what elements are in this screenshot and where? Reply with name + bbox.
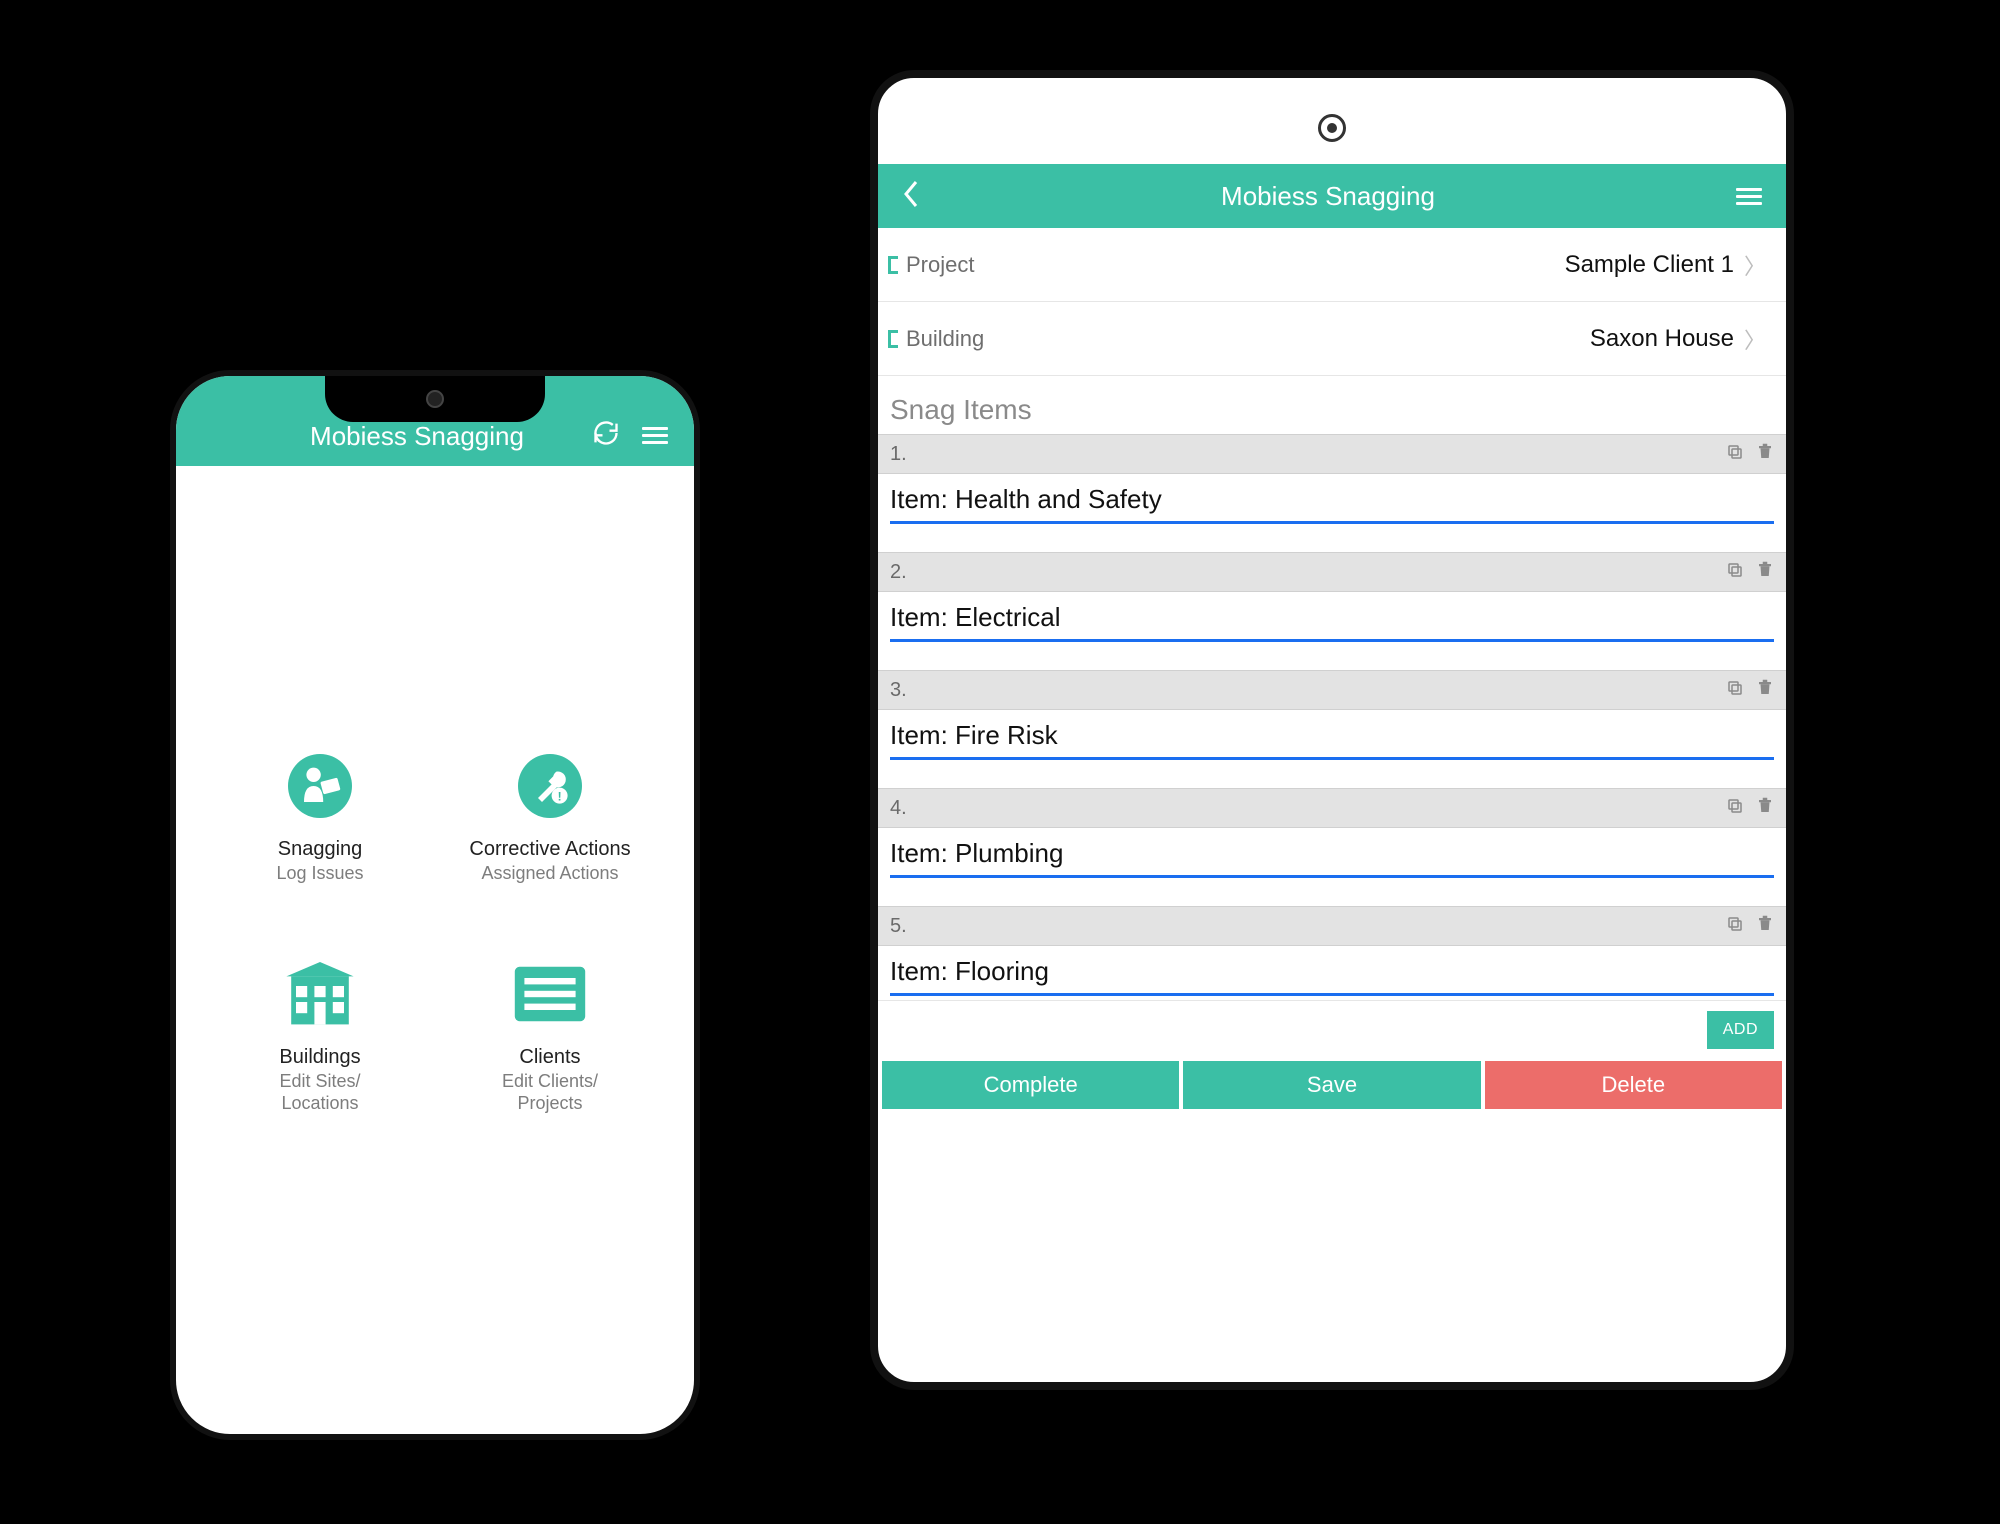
- phone-title: Mobiess Snagging: [202, 421, 592, 452]
- snag-number: 1.: [890, 443, 907, 466]
- chevron-right-icon: 〉: [1744, 323, 1766, 355]
- action-row: Complete Save Delete: [878, 1061, 1786, 1109]
- copy-icon[interactable]: [1726, 443, 1744, 466]
- tile-subtitle: Assigned Actions: [481, 863, 618, 885]
- save-button[interactable]: Save: [1183, 1061, 1480, 1109]
- building-row[interactable]: Building Saxon House 〉: [878, 302, 1786, 376]
- phone-device: Mobiess Snagging: [170, 370, 700, 1440]
- snag-item-underline: [890, 521, 1774, 524]
- tools-alert-icon: !: [510, 746, 590, 826]
- snag-item-header: 4.: [878, 788, 1786, 828]
- tile-clients[interactable]: Clients Edit Clients/Projects: [460, 954, 640, 1114]
- tile-buildings[interactable]: Buildings Edit Sites/Locations: [230, 954, 410, 1114]
- snag-item-header: 3.: [878, 670, 1786, 710]
- add-row: ADD: [878, 1000, 1786, 1059]
- tablet-body: Project Sample Client 1 〉 Building Saxon…: [878, 228, 1786, 1109]
- tile-corrective-actions[interactable]: ! Corrective Actions Assigned Actions: [460, 746, 640, 885]
- trash-icon[interactable]: [1756, 561, 1774, 584]
- snag-list: 1. Item: Health and Safety 2. Item: Electri…: [878, 434, 1786, 1000]
- snag-item-label: Item: Plumbing: [890, 838, 1774, 869]
- snag-item[interactable]: Item: Health and Safety: [878, 474, 1786, 528]
- snag-item-underline: [890, 993, 1774, 996]
- snag-item[interactable]: Item: Fire Risk: [878, 710, 1786, 764]
- tablet-title: Mobiess Snagging: [920, 181, 1736, 212]
- tile-subtitle: Edit Sites/Locations: [279, 1071, 360, 1114]
- copy-icon[interactable]: [1726, 679, 1744, 702]
- phone-content: Snagging Log Issues ! Corrective Actions…: [176, 466, 694, 1434]
- phone-notch: [325, 376, 545, 422]
- snag-item-underline: [890, 757, 1774, 760]
- svg-text:!: !: [558, 789, 562, 803]
- tile-subtitle: Log Issues: [276, 863, 363, 885]
- snag-item-header: 2.: [878, 552, 1786, 592]
- tile-title: Snagging: [278, 838, 363, 861]
- project-label: Project: [906, 252, 974, 278]
- tablet-device: Mobiess Snagging Project Sample Client 1…: [870, 70, 1794, 1390]
- tile-snagging[interactable]: Snagging Log Issues: [230, 746, 410, 885]
- add-button[interactable]: ADD: [1707, 1011, 1774, 1049]
- copy-icon[interactable]: [1726, 561, 1744, 584]
- snag-item[interactable]: Item: Plumbing: [878, 828, 1786, 882]
- marker-icon: [888, 330, 898, 348]
- snag-item-header: 1.: [878, 434, 1786, 474]
- snag-item-label: Item: Health and Safety: [890, 484, 1774, 515]
- complete-button[interactable]: Complete: [882, 1061, 1179, 1109]
- snag-item-header: 5.: [878, 906, 1786, 946]
- worker-clipboard-icon: [280, 746, 360, 826]
- tile-subtitle: Edit Clients/Projects: [502, 1071, 598, 1114]
- project-row[interactable]: Project Sample Client 1 〉: [878, 228, 1786, 302]
- snag-number: 3.: [890, 679, 907, 702]
- trash-icon[interactable]: [1756, 797, 1774, 820]
- tile-title: Corrective Actions: [469, 838, 630, 861]
- menu-grid: Snagging Log Issues ! Corrective Actions…: [230, 746, 640, 1115]
- tile-title: Clients: [519, 1046, 580, 1069]
- list-card-icon: [510, 954, 590, 1034]
- copy-icon[interactable]: [1726, 797, 1744, 820]
- snag-item-underline: [890, 639, 1774, 642]
- marker-icon: [888, 256, 898, 274]
- building-icon: [280, 954, 360, 1034]
- tablet-camera: [1318, 114, 1346, 142]
- snag-item-label: Item: Flooring: [890, 956, 1774, 987]
- menu-icon[interactable]: [1736, 188, 1762, 205]
- snag-item[interactable]: Item: Flooring: [878, 946, 1786, 1000]
- snag-number: 4.: [890, 797, 907, 820]
- trash-icon[interactable]: [1756, 915, 1774, 938]
- snag-number: 5.: [890, 915, 907, 938]
- chevron-right-icon: 〉: [1744, 249, 1766, 281]
- tile-title: Buildings: [279, 1046, 360, 1069]
- copy-icon[interactable]: [1726, 915, 1744, 938]
- snag-item[interactable]: Item: Electrical: [878, 592, 1786, 646]
- building-label: Building: [906, 326, 984, 352]
- tablet-header: Mobiess Snagging: [878, 164, 1786, 228]
- snag-item-label: Item: Fire Risk: [890, 720, 1774, 751]
- snag-item-label: Item: Electrical: [890, 602, 1774, 633]
- snag-items-title: Snag Items: [878, 376, 1786, 434]
- sync-icon[interactable]: [592, 419, 620, 452]
- building-value: Saxon House: [1590, 325, 1734, 353]
- delete-button[interactable]: Delete: [1485, 1061, 1782, 1109]
- snag-number: 2.: [890, 561, 907, 584]
- project-value: Sample Client 1: [1565, 251, 1734, 279]
- back-icon[interactable]: [902, 180, 920, 213]
- menu-icon[interactable]: [642, 427, 668, 444]
- snag-item-underline: [890, 875, 1774, 878]
- trash-icon[interactable]: [1756, 679, 1774, 702]
- trash-icon[interactable]: [1756, 443, 1774, 466]
